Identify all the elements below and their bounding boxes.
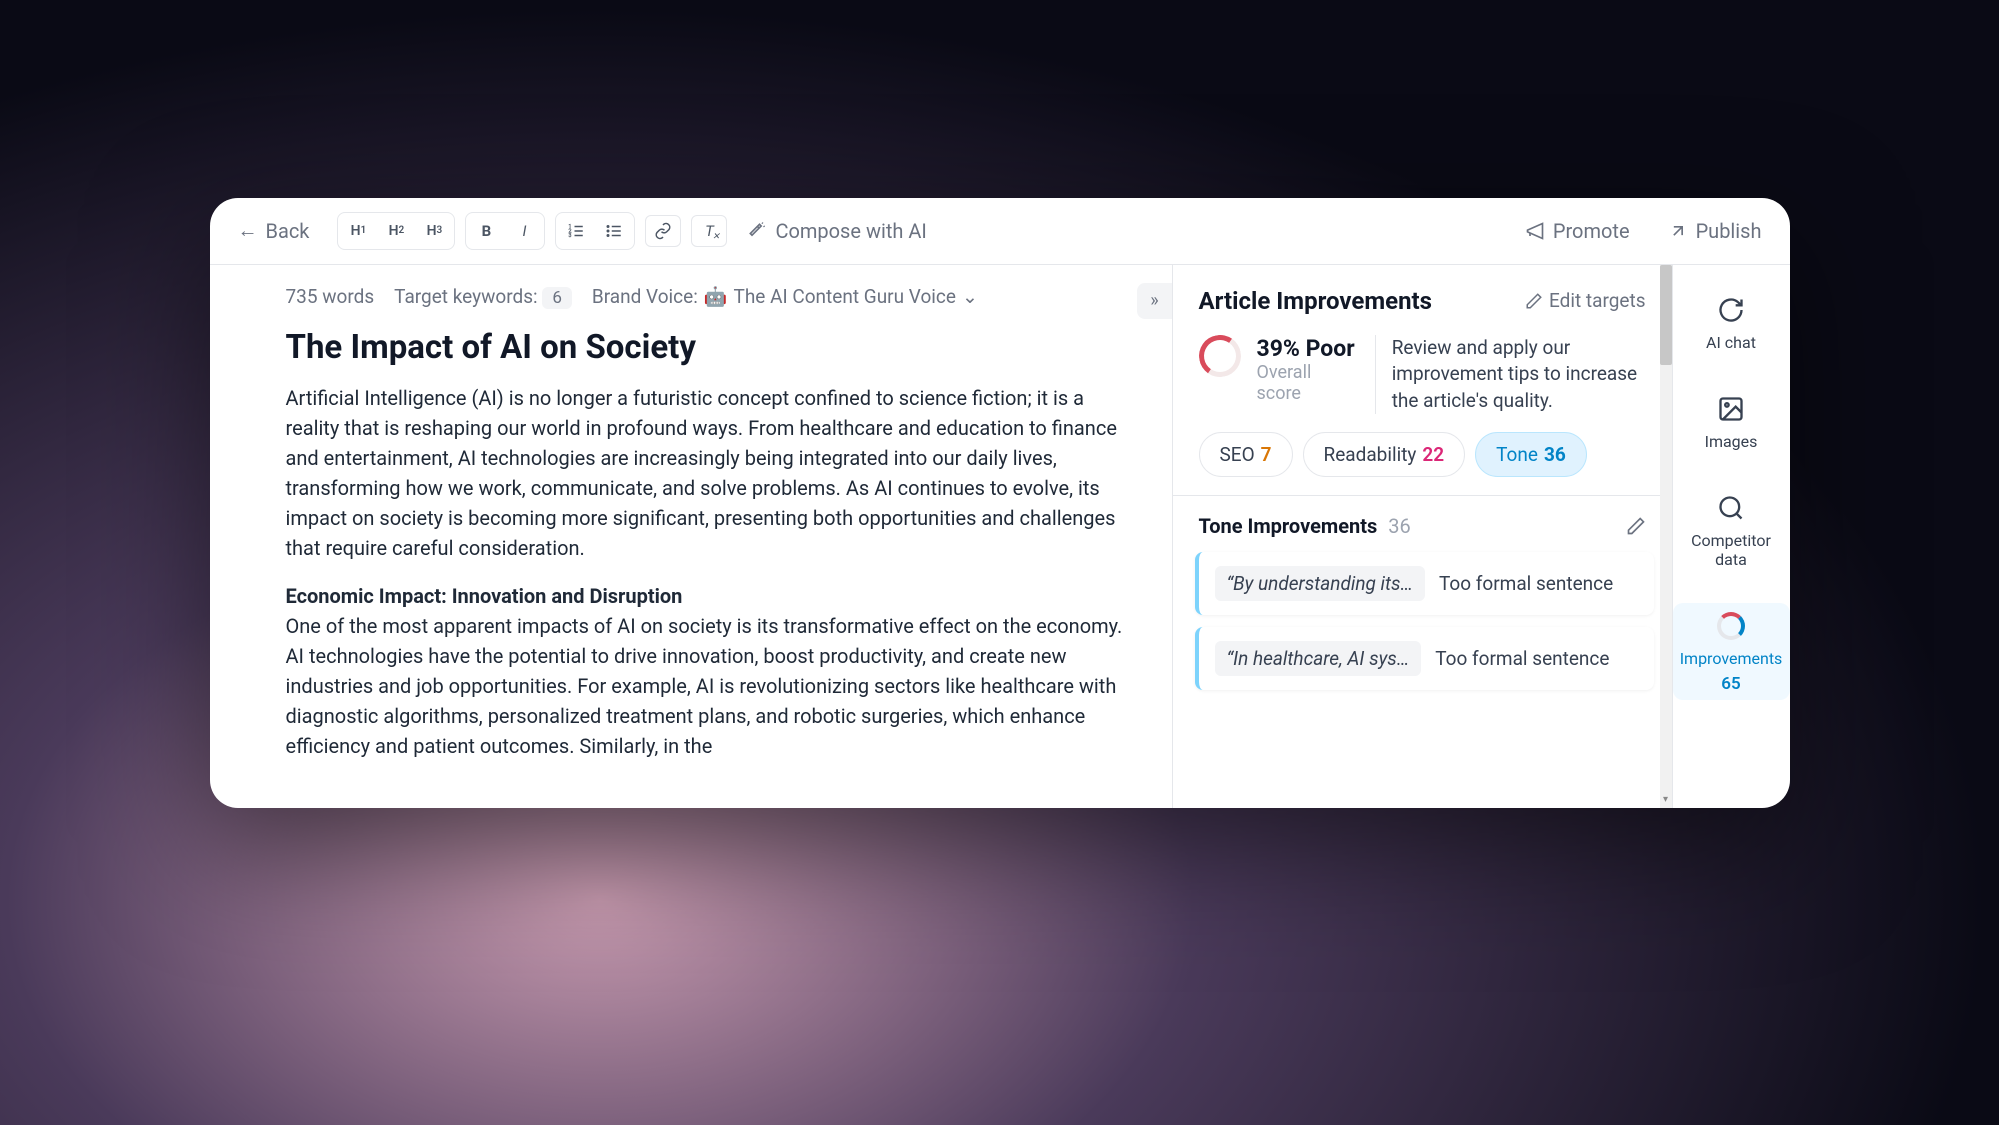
right-rail: AI chat Images Competitor data Improveme… [1672,265,1790,808]
h1-button[interactable]: H1 [340,215,376,247]
app-window: ← Back H1 H2 H3 B I 123 T✕ C [210,198,1790,808]
seo-pill[interactable]: SEO 7 [1199,432,1293,477]
h3-button[interactable]: H3 [416,215,452,247]
search-icon [1714,491,1748,525]
collapse-panel-button[interactable]: » [1137,283,1172,319]
back-button[interactable]: ← Back [238,218,310,243]
improvement-reason: Too formal sentence [1435,647,1609,670]
improvement-card[interactable]: “By understanding its… Too formal senten… [1195,552,1654,615]
unordered-list-button[interactable] [596,215,632,247]
tone-section-header: Tone Improvements 36 [1173,496,1672,552]
compose-label: Compose with AI [775,219,926,243]
promote-label: Promote [1553,219,1630,243]
improvement-card[interactable]: “In healthcare, AI sys… Too formal sente… [1195,627,1654,690]
score-sublabel: Overall score [1257,362,1355,404]
scrollbar[interactable]: ▾ [1660,265,1672,808]
link-button[interactable] [645,215,681,247]
improvement-reason: Too formal sentence [1439,572,1613,595]
target-keywords[interactable]: Target keywords: 6 [394,285,572,308]
filter-pills: SEO 7 Readability 22 Tone 36 [1173,432,1672,495]
article-title[interactable]: The Impact of AI on Society [286,328,1134,367]
arrow-left-icon: ← [238,218,258,243]
magic-wand-icon [747,221,767,241]
keyword-count-badge: 6 [542,287,572,309]
rail-competitor-data[interactable]: Competitor data [1673,485,1790,575]
score-ring-icon [1195,331,1244,380]
back-label: Back [266,219,310,243]
italic-button[interactable]: I [506,215,542,247]
meta-row: 735 words Target keywords: 6 Brand Voice… [286,285,1134,308]
compose-ai-button[interactable]: Compose with AI [747,219,926,243]
heading-group: H1 H2 H3 [337,212,455,250]
score-row: 39% Poor Overall score Review and apply … [1173,329,1672,433]
image-icon [1714,392,1748,426]
h2-button[interactable]: H2 [378,215,414,247]
rail-images[interactable]: Images [1673,386,1790,457]
panel-header: Article Improvements Edit targets [1173,265,1672,329]
article-paragraph: Artificial Intelligence (AI) is no longe… [286,383,1134,563]
promote-button[interactable]: Promote [1525,219,1630,243]
rail-ai-chat[interactable]: AI chat [1673,287,1790,358]
chevron-right-double-icon: » [1150,290,1158,311]
quote-snippet: “In healthcare, AI sys… [1215,641,1422,676]
article-paragraph: Economic Impact: Innovation and Disrupti… [286,581,1134,761]
readability-pill[interactable]: Readability 22 [1303,432,1466,477]
list-group: 123 [555,212,635,250]
ordered-list-button[interactable]: 123 [558,215,594,247]
score-description: Review and apply our improvement tips to… [1375,335,1646,415]
article-body[interactable]: Artificial Intelligence (AI) is no longe… [286,383,1134,761]
quote-snippet: “By understanding its… [1215,566,1425,601]
score-value: 39% Poor [1257,335,1355,362]
megaphone-icon [1525,221,1545,241]
bold-button[interactable]: B [468,215,504,247]
editor-column: 735 words Target keywords: 6 Brand Voice… [210,265,1172,808]
publish-label: Publish [1696,219,1762,243]
main-area: 735 words Target keywords: 6 Brand Voice… [210,265,1790,808]
share-arrow-icon [1668,221,1688,241]
article-subheading: Economic Impact: Innovation and Disrupti… [286,584,683,608]
edit-targets-button[interactable]: Edit targets [1525,289,1645,312]
clear-format-button[interactable]: T✕ [691,215,727,247]
tone-pill[interactable]: Tone 36 [1475,432,1587,477]
robot-icon: 🤖 [704,285,728,308]
scrollbar-thumb[interactable] [1660,265,1672,365]
progress-ring-icon [1714,609,1748,643]
panel-title: Article Improvements [1199,287,1432,315]
improvements-panel: ▾ Article Improvements Edit targets 39% … [1172,265,1672,808]
svg-text:3: 3 [569,233,572,239]
word-count: 735 words [286,285,375,308]
brand-voice-selector[interactable]: Brand Voice: 🤖 The AI Content Guru Voice… [592,285,978,308]
publish-button[interactable]: Publish [1668,219,1762,243]
improvements-count: 65 [1721,674,1740,694]
style-group: B I [465,212,545,250]
pencil-icon [1525,292,1543,310]
rail-improvements[interactable]: Improvements 65 [1673,603,1790,700]
scrollbar-down-icon[interactable]: ▾ [1660,794,1672,808]
pencil-icon [1626,516,1646,536]
chevron-down-icon: ⌄ [962,285,978,308]
chat-refresh-icon [1714,293,1748,327]
tone-section-title: Tone Improvements 36 [1199,514,1411,538]
toolbar: ← Back H1 H2 H3 B I 123 T✕ C [210,198,1790,265]
edit-section-button[interactable] [1626,516,1646,536]
